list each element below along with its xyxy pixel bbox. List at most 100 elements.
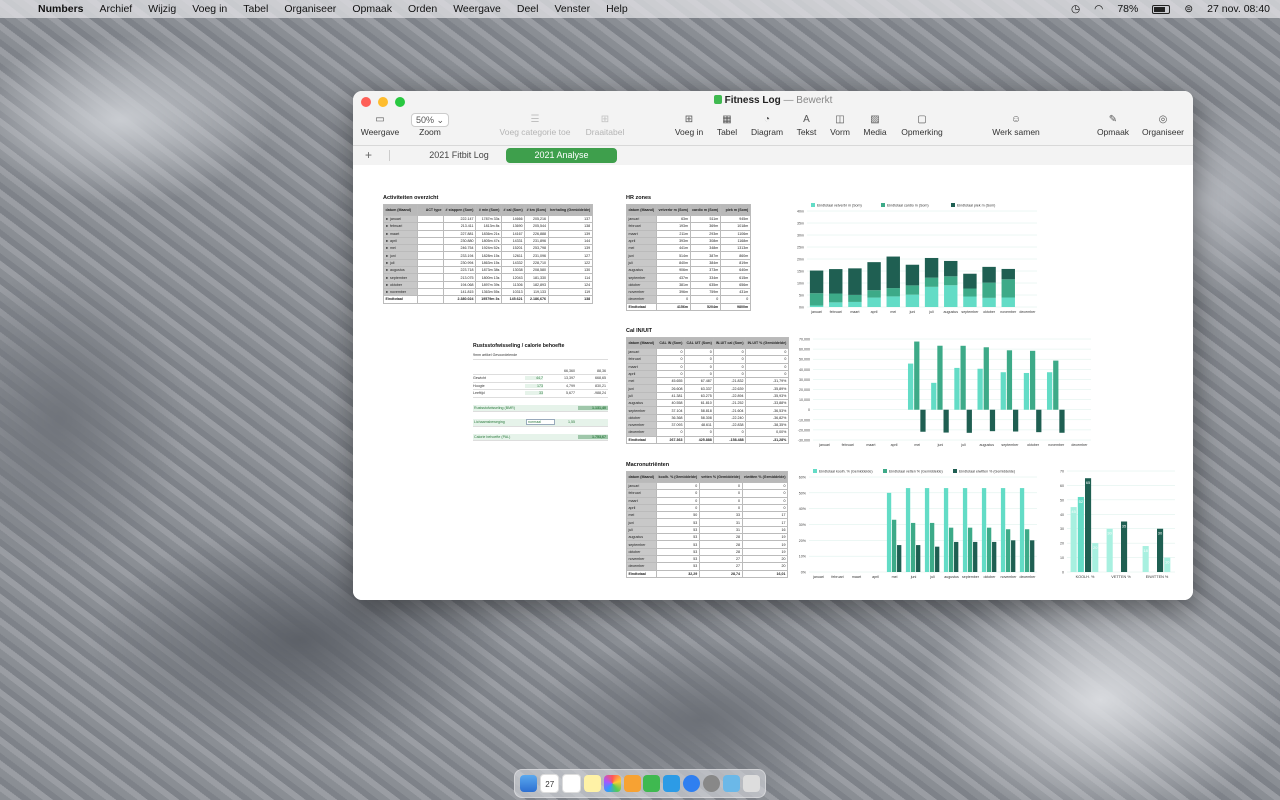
table-cell[interactable]: 205,216 (524, 214, 549, 224)
table-cell[interactable]: 50 (656, 511, 700, 520)
table-row[interactable]: mei 441m 348m 1313m (626, 244, 751, 253)
downloads-folder-icon[interactable] (722, 775, 740, 792)
table-row[interactable]: december 0 0 0 (626, 295, 751, 304)
table-cell[interactable]: IN-UIT cal (Som) (713, 337, 747, 349)
table-cell[interactable]: 119,133 (524, 287, 549, 297)
table-footer-row[interactable]: Eindtotaal 4156m 5204m 9800m (626, 302, 751, 311)
table-cell[interactable]: december (626, 562, 657, 571)
table-cell[interactable]: 138 (547, 295, 593, 304)
table-cell[interactable]: -35,89% (745, 384, 789, 393)
table-cell[interactable]: 17 (741, 518, 789, 527)
table-row[interactable]: ► mei 246.754 1924m 52s 15201 253,798 139 (383, 244, 593, 253)
table-cell[interactable]: 228,710 (524, 258, 549, 268)
metab-cell[interactable]: 33 (525, 391, 543, 396)
table-cell[interactable]: 213.411 (443, 222, 476, 231)
table-cell[interactable]: ACT type (417, 204, 444, 216)
menu-opmaak[interactable]: Opmaak (352, 3, 392, 15)
table-cell[interactable]: januari (626, 347, 657, 357)
table-cell[interactable]: 19 (741, 547, 789, 556)
table-cell[interactable]: 233.194 (443, 251, 476, 260)
table-cell[interactable]: -22.838 (713, 420, 747, 430)
table-cell[interactable]: 0 (656, 362, 685, 371)
table-cell[interactable]: 0 (656, 295, 691, 304)
table-cell[interactable]: 12043 (500, 273, 526, 282)
metab-cell[interactable]: 173 (525, 383, 543, 388)
table-cell[interactable]: 0 (713, 369, 747, 379)
photos-icon[interactable] (603, 775, 621, 792)
table-row[interactable]: april 0 0 0 (626, 503, 789, 513)
table-cell[interactable]: 122 (547, 258, 593, 268)
table-cell[interactable]: -35,93% (745, 391, 789, 401)
table-cell[interactable]: 19 (741, 533, 789, 542)
table-row[interactable]: augustus 53 28 19 (626, 533, 789, 542)
table-cell[interactable]: 53 (656, 525, 700, 535)
hr-zones-table[interactable]: HR zones datum (Maand) vetverbr m (Som) ca… (626, 195, 751, 311)
table-cell[interactable]: 138 (547, 222, 593, 231)
table-cell[interactable]: datum (Maand) (626, 204, 657, 216)
table-cell[interactable]: 17 (741, 511, 789, 520)
table-cell[interactable]: 0 (683, 355, 715, 364)
table-row[interactable]: ► maart 227.881 1836m 21s 14167 226,888 139 (383, 229, 593, 238)
tab-2021-analyse[interactable]: 2021 Analyse (506, 148, 617, 163)
menu-orden[interactable]: Orden (408, 3, 437, 15)
table-cell[interactable]: 1363m 55s (474, 287, 502, 297)
table-cell[interactable]: september (626, 540, 657, 549)
table-cell[interactable]: 141.815 (443, 287, 476, 297)
table-cell[interactable]: -22.240 (713, 413, 747, 422)
table-cell[interactable]: 393m (656, 236, 691, 246)
table-cell[interactable]: datum (Maand) (626, 471, 657, 483)
table-cell[interactable]: ► februari (383, 222, 418, 231)
notes-icon[interactable] (583, 775, 601, 792)
table-cell[interactable]: 1168m (719, 236, 751, 246)
battery-icon[interactable] (1152, 4, 1171, 14)
finder-icon[interactable] (520, 775, 538, 792)
table-cell[interactable]: 13690 (500, 222, 526, 231)
table-cell[interactable]: september (626, 406, 657, 415)
table-cell[interactable]: 41.381 (656, 391, 685, 401)
table-cell[interactable]: januari (626, 481, 657, 491)
tekst-button[interactable]: A Tekst (793, 113, 820, 137)
table-cell[interactable]: 1924m 52s (474, 244, 502, 253)
table-row[interactable]: oktober 381m 635m 656m (626, 280, 751, 289)
table-footer-row[interactable]: Eindtotaal 2.380.024 19579m 3s 145.621 2.186… (383, 295, 593, 304)
table-cell[interactable] (417, 236, 444, 246)
table-cell[interactable]: 615m (719, 273, 751, 282)
table-cell[interactable]: ► juni (383, 251, 418, 260)
table-footer-row[interactable]: Eindtotaal 32,29 28,74 16,01 (626, 569, 789, 578)
tabel-button[interactable]: ▦ Tabel (713, 113, 741, 137)
table-cell[interactable]: 67.487 (683, 377, 715, 386)
table-cell[interactable]: 819m (719, 258, 751, 268)
table-row[interactable]: juli 41.381 63.275 -22.894 -35,93% (626, 391, 789, 401)
table-row[interactable]: januari 0 0 0 (626, 481, 789, 491)
table-cell[interactable]: 145.621 (500, 295, 526, 304)
table-row[interactable]: november 53 27 20 (626, 554, 789, 564)
table-cell[interactable]: 0,00% (745, 428, 789, 437)
table-row[interactable]: september 37.104 58.818 -21.604 -36,53% (626, 406, 789, 415)
table-cell[interactable]: 1805m 47s (474, 236, 502, 246)
table-cell[interactable]: 0 (656, 347, 685, 357)
table-cell[interactable]: juli (626, 525, 657, 535)
table-row[interactable]: maart 0 0 0 0 (626, 362, 789, 371)
menu-tabel[interactable]: Tabel (243, 3, 268, 15)
opmerking-button[interactable]: ▢ Opmerking (897, 113, 947, 137)
macro-summary-chart[interactable]: 0 10 20 30 40 50 60 70 KOOLH. % VETTEN % EIWITTEN … (1053, 467, 1179, 582)
table-cell[interactable]: 26.608 (656, 384, 685, 393)
table-cell[interactable]: 230.994 (443, 258, 476, 268)
menu-voeg-in[interactable]: Voeg in (192, 3, 227, 15)
table-cell[interactable]: 53 (656, 554, 700, 564)
table-cell[interactable]: -158.488 (713, 435, 747, 444)
table-cell[interactable]: 635m (689, 280, 721, 289)
table-cell[interactable]: 1828m 15s (474, 251, 502, 260)
table-cell[interactable] (417, 266, 444, 275)
table-cell[interactable]: februari (626, 222, 657, 231)
table-cell[interactable]: 36.368 (656, 413, 685, 422)
table-cell[interactable]: 0 (698, 503, 743, 513)
table-cell[interactable]: 0 (745, 355, 789, 364)
table-cell[interactable]: 33 (698, 511, 743, 520)
table-row[interactable]: april 0 0 0 0 (626, 369, 789, 379)
werk-samen-button[interactable]: ☺ Werk samen (989, 113, 1043, 137)
table-cell[interactable]: 860m (719, 251, 751, 260)
table-cell[interactable]: 19 (741, 540, 789, 549)
table-cell[interactable]: 124 (547, 280, 593, 289)
table-cell[interactable]: 194.068 (443, 280, 476, 289)
